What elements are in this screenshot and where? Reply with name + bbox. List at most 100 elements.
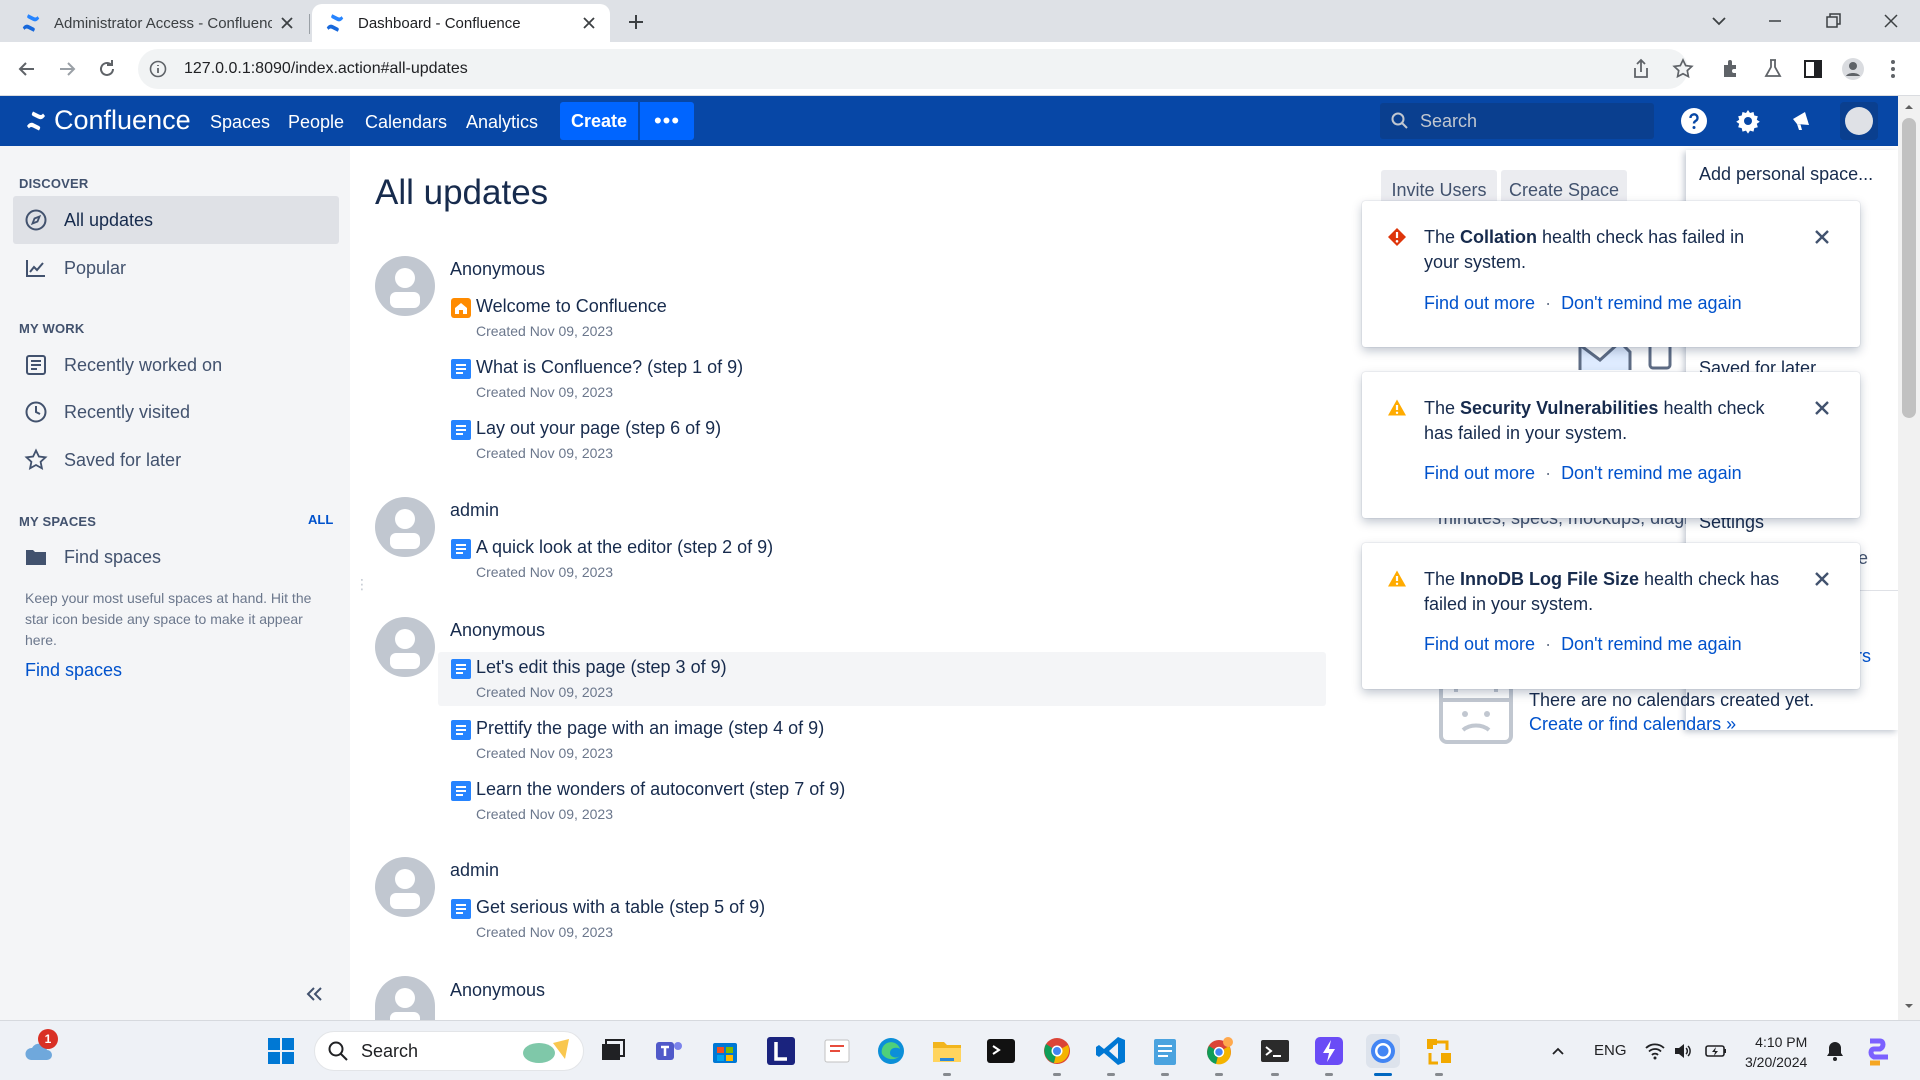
minimize-window-icon[interactable] [1762,8,1788,34]
page-title-link[interactable]: Welcome to Confluence [476,296,667,317]
terminal-app-icon[interactable] [984,1034,1018,1068]
chrome-browser-icon[interactable] [1040,1034,1074,1068]
page-title-link[interactable]: What is Confluence? (step 1 of 9) [476,357,743,378]
extensions-puzzle-icon[interactable] [1718,56,1744,82]
reload-icon[interactable] [94,56,120,82]
author-name[interactable]: admin [450,860,499,881]
create-more-button[interactable]: ••• [640,102,694,140]
dont-remind-link[interactable]: Don't remind me again [1561,634,1742,654]
list-item[interactable]: A quick look at the editor (step 2 of 9)… [438,532,1326,586]
close-tab-icon[interactable] [278,14,296,32]
forward-arrow-icon[interactable] [54,56,80,82]
author-name[interactable]: admin [450,500,499,521]
author-name[interactable]: Anonymous [450,980,545,1001]
nav-analytics[interactable]: Analytics [466,112,538,133]
create-find-calendars-link[interactable]: Create or find calendars » [1529,714,1736,735]
dont-remind-link[interactable]: Don't remind me again [1561,463,1742,483]
list-item[interactable]: Prettify the page with an image (step 4 … [438,713,1326,767]
list-item[interactable]: Welcome to Confluence Created Nov 09, 20… [438,291,1326,345]
collapse-sidebar-chevrons-icon[interactable] [302,982,326,1006]
avatar[interactable] [375,497,435,557]
copilot-icon[interactable] [1862,1035,1896,1069]
teams-icon[interactable] [652,1034,686,1068]
create-button[interactable]: Create [560,102,638,140]
user-profile-button[interactable] [1840,102,1878,140]
bookmark-star-icon[interactable] [1670,56,1696,82]
share-icon[interactable] [1628,56,1654,82]
help-icon[interactable] [1680,107,1708,135]
nav-calendars[interactable]: Calendars [365,112,447,133]
notepad-icon[interactable] [1148,1034,1182,1068]
author-name[interactable]: Anonymous [450,620,545,641]
page-title-link[interactable]: A quick look at the editor (step 2 of 9) [476,537,773,558]
side-panel-icon[interactable] [1800,56,1826,82]
find-spaces-link[interactable]: Find spaces [25,660,122,681]
sidebar-item-all-updates[interactable]: All updates [13,196,339,244]
page-title-link[interactable]: Get serious with a table (step 5 of 9) [476,897,765,918]
page-title-link[interactable]: Lay out your page (step 6 of 9) [476,418,721,439]
search-input[interactable]: Search [1380,103,1654,139]
find-out-more-link[interactable]: Find out more [1424,634,1535,654]
close-icon[interactable] [1812,398,1832,418]
show-hidden-icons-chevron-icon[interactable] [1550,1043,1566,1059]
find-out-more-link[interactable]: Find out more [1424,293,1535,313]
page-title-link[interactable]: Learn the wonders of autoconvert (step 7… [476,779,845,800]
sidebar-item-popular[interactable]: Popular [13,244,339,292]
sidebar-item-recently-visited[interactable]: Recently visited [13,388,339,436]
browser-tab-dashboard[interactable]: Dashboard - Confluence [312,4,610,42]
dont-remind-link[interactable]: Don't remind me again [1561,293,1742,313]
snipping-tool-icon[interactable] [820,1034,854,1068]
sidebar-item-saved-for-later[interactable]: Saved for later [13,436,339,484]
browser-menu-kebab-icon[interactable] [1880,56,1906,82]
volume-speaker-icon[interactable] [1672,1041,1692,1061]
microsoft-store-icon[interactable] [708,1034,742,1068]
remote-app-icon[interactable] [1422,1034,1456,1068]
chrome-active-window-icon[interactable] [1366,1034,1400,1068]
page-title-link[interactable]: Let's edit this page (step 3 of 9) [476,657,727,678]
profile-avatar-icon[interactable] [1840,56,1866,82]
nav-spaces[interactable]: Spaces [210,112,270,133]
page-title-link[interactable]: Prettify the page with an image (step 4 … [476,718,824,739]
list-item[interactable]: Let's edit this page (step 3 of 9) Creat… [438,652,1326,706]
site-info-icon[interactable] [148,59,168,79]
close-window-icon[interactable] [1878,8,1904,34]
page-scrollbar[interactable] [1898,96,1920,1020]
sidebar-item-find-spaces[interactable]: Find spaces [13,533,339,581]
edge-browser-icon[interactable] [874,1034,908,1068]
avatar[interactable] [375,617,435,677]
list-item[interactable]: What is Confluence? (step 1 of 9) Create… [438,352,1326,406]
tab-search-chevron-icon[interactable] [1706,8,1732,34]
scroll-up-arrow-icon[interactable] [1903,101,1915,113]
l-app-icon[interactable] [764,1034,798,1068]
lab-flask-icon[interactable] [1760,56,1786,82]
scrollbar-thumb[interactable] [1902,118,1916,418]
list-item[interactable]: Lay out your page (step 6 of 9) Created … [438,413,1326,467]
scroll-down-arrow-icon[interactable] [1903,1000,1915,1012]
browser-tab-admin-access[interactable]: Administrator Access - Confluence [8,4,308,42]
restore-window-icon[interactable] [1820,8,1846,34]
notification-bell-icon[interactable] [1824,1039,1846,1063]
system-clock[interactable]: 4:10 PM 3/20/2024 [1745,1032,1807,1072]
new-tab-plus-icon[interactable] [624,10,648,34]
back-arrow-icon[interactable] [14,56,40,82]
windows-start-icon[interactable] [264,1034,298,1068]
avatar[interactable] [375,857,435,917]
battery-charging-icon[interactable] [1704,1041,1728,1061]
vscode-icon[interactable] [1094,1034,1128,1068]
sidebar-resize-handle[interactable]: ⋮ [355,576,369,593]
language-indicator[interactable]: ENG [1594,1042,1627,1059]
command-terminal-icon[interactable] [1258,1034,1292,1068]
close-tab-icon[interactable] [580,14,598,32]
close-icon[interactable] [1812,569,1832,589]
sidebar-item-recently-worked-on[interactable]: Recently worked on [13,341,339,389]
list-item[interactable]: Get serious with a table (step 5 of 9) C… [438,892,1326,946]
file-explorer-icon[interactable] [930,1034,964,1068]
close-icon[interactable] [1812,227,1832,247]
avatar[interactable] [375,976,435,1020]
notifications-megaphone-icon[interactable] [1788,107,1816,135]
add-personal-space-item[interactable]: Add personal space... [1699,164,1873,185]
wifi-icon[interactable] [1644,1041,1666,1061]
address-bar[interactable]: 127.0.0.1:8090/index.action#all-updates [138,49,1688,89]
author-name[interactable]: Anonymous [450,259,545,280]
taskbar-search-input[interactable]: Search [314,1031,584,1071]
